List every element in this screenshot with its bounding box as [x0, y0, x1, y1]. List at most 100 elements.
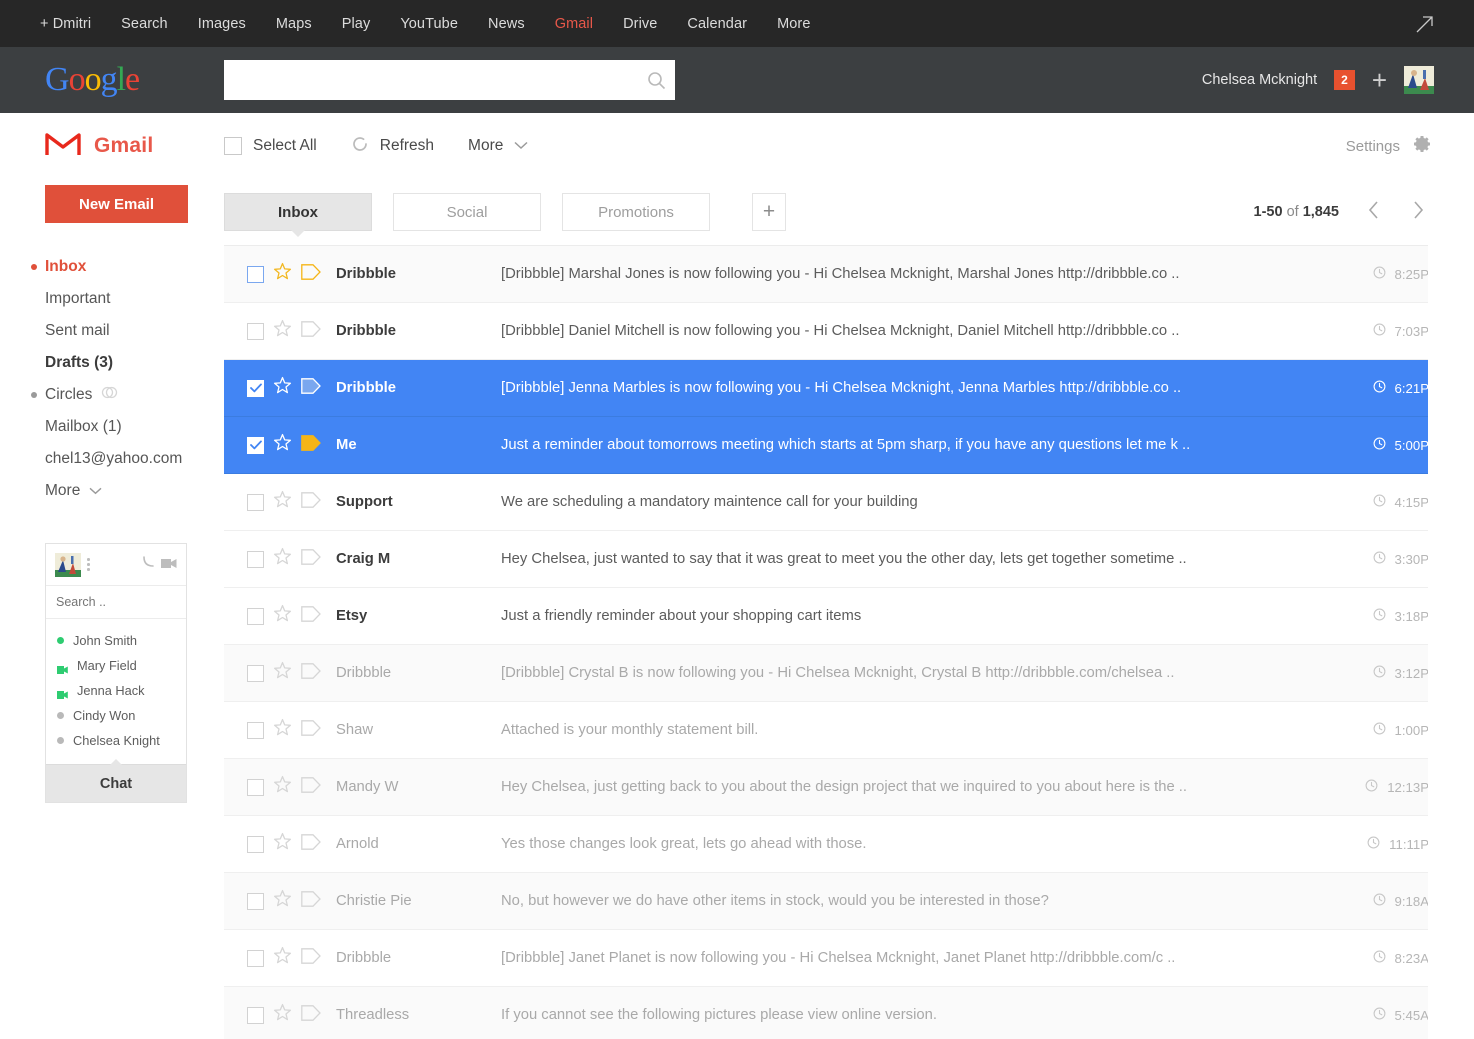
- label-tag-icon[interactable]: [301, 264, 321, 285]
- tab-inbox[interactable]: Inbox: [224, 193, 372, 231]
- sidebar-item-more[interactable]: More: [45, 475, 224, 507]
- refresh-button[interactable]: Refresh: [351, 135, 434, 158]
- topnav-item-search[interactable]: Search: [121, 16, 168, 32]
- label-tag-icon[interactable]: [301, 1005, 321, 1026]
- label-tag-icon[interactable]: [301, 948, 321, 969]
- star-icon[interactable]: [273, 319, 292, 343]
- chat-contact-item[interactable]: Chelsea Knight: [46, 728, 186, 753]
- sidebar-item-sent-mail[interactable]: Sent mail: [45, 315, 224, 347]
- label-tag-icon[interactable]: [301, 720, 321, 741]
- topnav-item-calendar[interactable]: Calendar: [687, 16, 747, 32]
- star-icon[interactable]: [273, 604, 292, 628]
- sidebar-item-inbox[interactable]: Inbox: [45, 251, 224, 283]
- add-tab-button[interactable]: +: [752, 193, 786, 231]
- row-checkbox[interactable]: [247, 323, 264, 340]
- star-icon[interactable]: [273, 661, 292, 685]
- kebab-menu-icon[interactable]: [87, 558, 90, 571]
- row-checkbox[interactable]: [247, 950, 264, 967]
- arrow-up-right-icon[interactable]: [1414, 13, 1436, 35]
- table-row[interactable]: Christie PieNo, but however we do have o…: [224, 873, 1474, 930]
- table-row[interactable]: ArnoldYes those changes look great, lets…: [224, 816, 1474, 873]
- label-tag-icon[interactable]: [301, 378, 321, 399]
- table-row[interactable]: MeJust a reminder about tomorrows meetin…: [224, 417, 1474, 474]
- new-email-button[interactable]: New Email: [45, 185, 188, 223]
- table-row[interactable]: Dribbble[Dribbble] Crystal B is now foll…: [224, 645, 1474, 702]
- search-input[interactable]: [224, 60, 637, 100]
- row-checkbox[interactable]: [247, 551, 264, 568]
- label-tag-icon[interactable]: [301, 663, 321, 684]
- row-checkbox[interactable]: [247, 779, 264, 796]
- settings-button[interactable]: Settings: [1346, 134, 1432, 159]
- star-icon[interactable]: [273, 490, 292, 514]
- row-checkbox[interactable]: [247, 836, 264, 853]
- row-checkbox[interactable]: [247, 665, 264, 682]
- star-icon[interactable]: [273, 262, 292, 286]
- row-checkbox[interactable]: [247, 722, 264, 739]
- sidebar-item-important[interactable]: Important: [45, 283, 224, 315]
- topnav-item-drive[interactable]: Drive: [623, 16, 657, 32]
- chat-contact-item[interactable]: Jenna Hack: [46, 678, 186, 703]
- table-row[interactable]: SupportWe are scheduling a mandatory mai…: [224, 474, 1474, 531]
- table-row[interactable]: ShawAttached is your monthly statement b…: [224, 702, 1474, 759]
- topnav-item-gmail[interactable]: Gmail: [555, 16, 593, 32]
- topnav-item-youtube[interactable]: YouTube: [400, 16, 458, 32]
- gmail-brand[interactable]: Gmail: [45, 131, 197, 162]
- more-menu-button[interactable]: More: [468, 137, 528, 155]
- avatar[interactable]: [1404, 66, 1434, 94]
- chat-search-input[interactable]: [56, 595, 176, 609]
- chat-footer-button[interactable]: Chat: [46, 764, 186, 802]
- star-icon[interactable]: [273, 547, 292, 571]
- star-icon[interactable]: [273, 775, 292, 799]
- star-icon[interactable]: [273, 832, 292, 856]
- row-checkbox[interactable]: [247, 893, 264, 910]
- phone-icon[interactable]: [141, 555, 155, 574]
- star-icon[interactable]: [273, 946, 292, 970]
- chat-contact-item[interactable]: Cindy Won: [46, 703, 186, 728]
- table-row[interactable]: Dribbble[Dribbble] Janet Planet is now f…: [224, 930, 1474, 987]
- topnav-item-maps[interactable]: Maps: [276, 16, 312, 32]
- tab-promotions[interactable]: Promotions: [562, 193, 710, 231]
- star-icon[interactable]: [273, 376, 292, 400]
- star-icon[interactable]: [273, 1003, 292, 1027]
- star-icon[interactable]: [273, 718, 292, 742]
- table-row[interactable]: EtsyJust a friendly reminder about your …: [224, 588, 1474, 645]
- search-icon[interactable]: [637, 71, 675, 90]
- table-row[interactable]: Dribbble[Dribbble] Jenna Marbles is now …: [224, 360, 1474, 417]
- sidebar-item-mailbox-1[interactable]: Mailbox (1): [45, 411, 224, 443]
- avatar[interactable]: [55, 553, 81, 577]
- table-row[interactable]: Mandy WHey Chelsea, just getting back to…: [224, 759, 1474, 816]
- table-row[interactable]: Craig MHey Chelsea, just wanted to say t…: [224, 531, 1474, 588]
- row-checkbox[interactable]: [247, 1007, 264, 1024]
- sidebar-item-chel13-yahoo-com[interactable]: chel13@yahoo.com: [45, 443, 224, 475]
- notification-badge[interactable]: 2: [1334, 70, 1355, 90]
- label-tag-icon[interactable]: [301, 549, 321, 570]
- label-tag-icon[interactable]: [301, 891, 321, 912]
- row-checkbox[interactable]: [247, 266, 264, 283]
- row-checkbox[interactable]: [247, 494, 264, 511]
- chat-search-row[interactable]: [46, 586, 186, 619]
- topnav-item-more[interactable]: More: [777, 16, 810, 32]
- next-page-button[interactable]: [1408, 198, 1429, 227]
- tab-social[interactable]: Social: [393, 193, 541, 231]
- sidebar-item-drafts-3[interactable]: Drafts (3): [45, 347, 224, 379]
- label-tag-icon[interactable]: [301, 606, 321, 627]
- sidebar-item-circles[interactable]: Circles: [45, 379, 224, 411]
- label-tag-icon[interactable]: [301, 321, 321, 342]
- video-camera-icon[interactable]: [161, 556, 177, 574]
- chat-contact-item[interactable]: John Smith: [46, 628, 186, 653]
- select-all-checkbox[interactable]: [224, 137, 242, 155]
- star-icon[interactable]: [273, 433, 292, 457]
- topnav-item-news[interactable]: News: [488, 16, 525, 32]
- label-tag-icon[interactable]: [301, 834, 321, 855]
- label-tag-icon[interactable]: [301, 435, 321, 456]
- select-all-control[interactable]: Select All: [224, 137, 317, 155]
- table-row[interactable]: Dribbble[Dribbble] Daniel Mitchell is no…: [224, 303, 1474, 360]
- topnav-item-play[interactable]: Play: [342, 16, 371, 32]
- topnav-item-images[interactable]: Images: [198, 16, 246, 32]
- chat-contact-item[interactable]: Mary Field: [46, 653, 186, 678]
- topnav-item-dmitri[interactable]: + Dmitri: [40, 16, 91, 32]
- table-row[interactable]: Dribbble[Dribbble] Marshal Jones is now …: [224, 246, 1474, 303]
- gear-icon[interactable]: [1412, 134, 1432, 159]
- row-checkbox[interactable]: [247, 437, 264, 454]
- google-logo[interactable]: Google: [45, 63, 139, 97]
